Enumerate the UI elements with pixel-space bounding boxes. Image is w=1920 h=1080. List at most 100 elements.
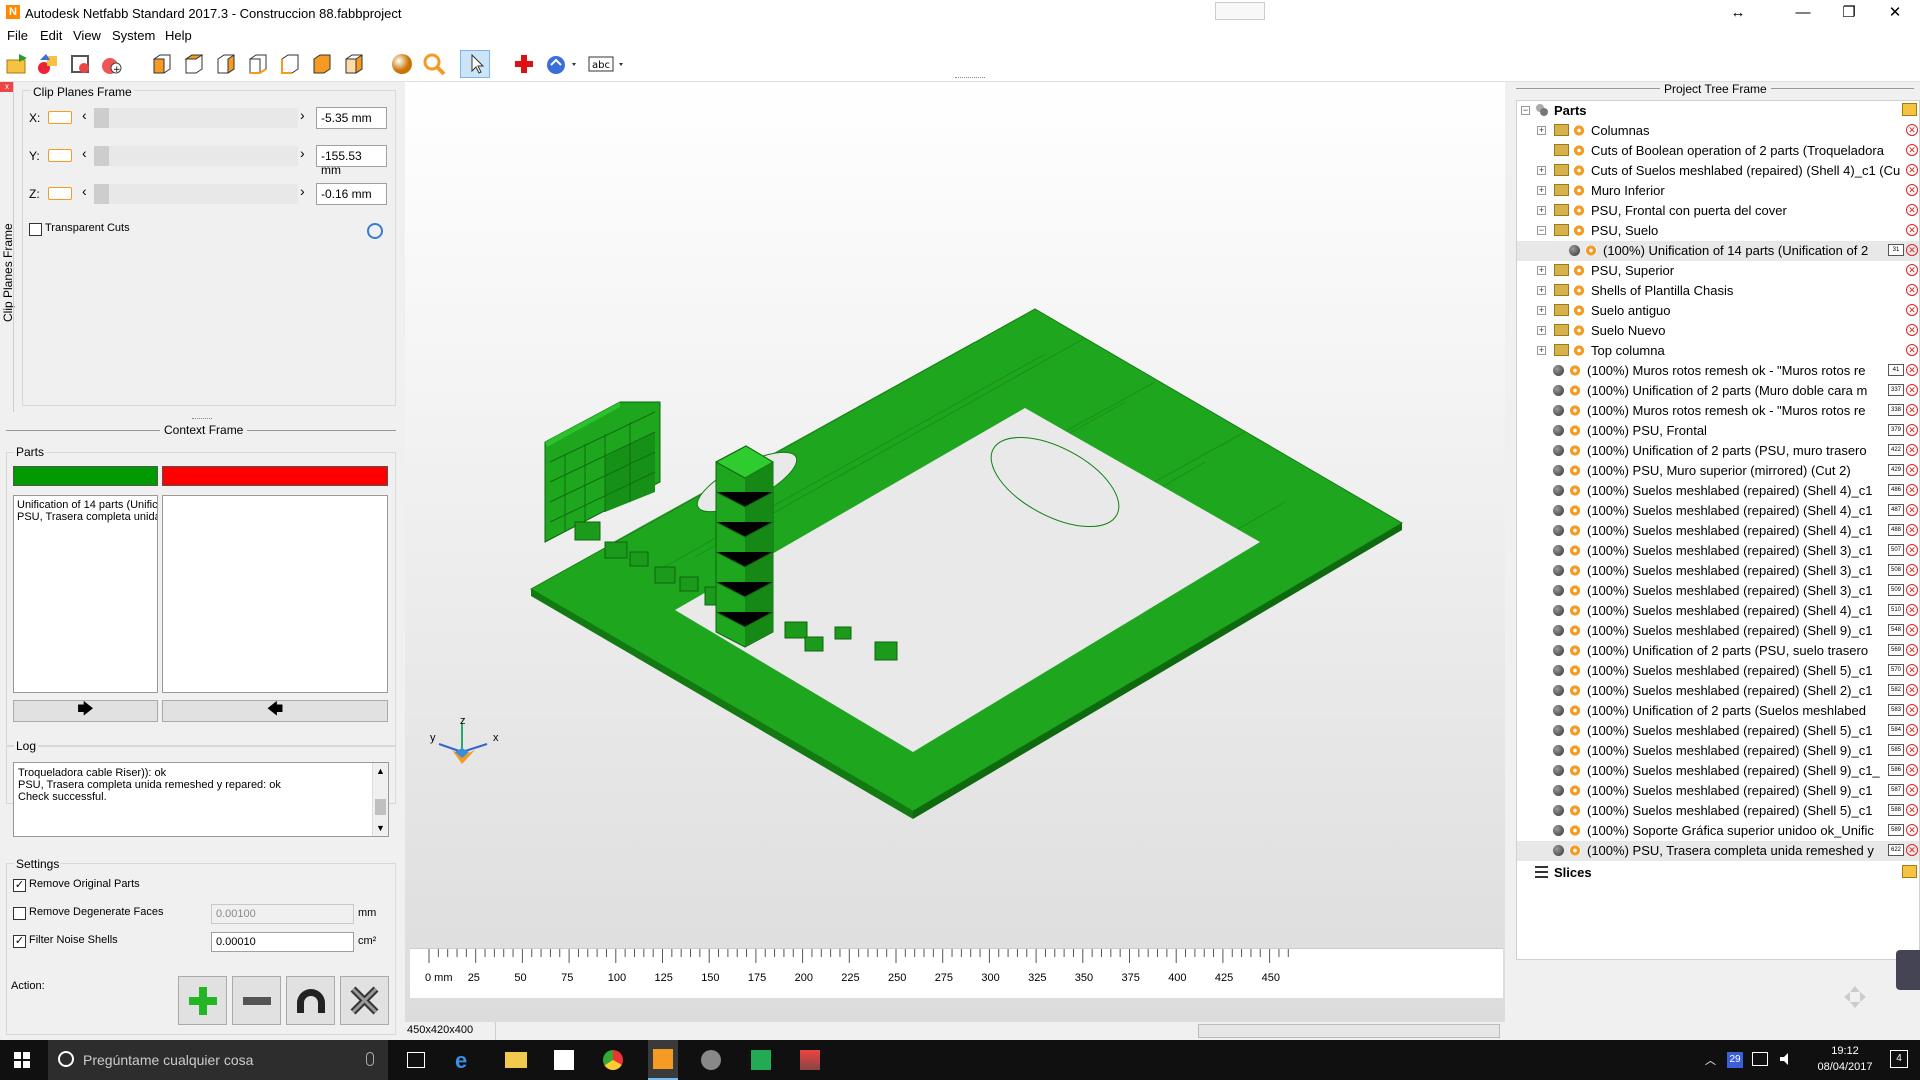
app-icon-gray[interactable]	[701, 1050, 721, 1070]
label-tool-icon[interactable]: abc	[588, 52, 628, 76]
move-right-button[interactable]: 🡆	[13, 700, 158, 722]
remove-icon[interactable]: ✕	[1906, 284, 1918, 296]
remove-icon[interactable]: ✕	[1906, 424, 1918, 436]
tree-part-row[interactable]: (100%) Suelos meshlabed (repaired) (Shel…	[1517, 801, 1919, 821]
tree-part-row[interactable]: (100%) Unification of 2 parts (PSU, suel…	[1517, 641, 1919, 661]
tree-group-row[interactable]: + PSU, Frontal con puerta del cover ✕	[1517, 201, 1919, 221]
tree-part-row[interactable]: (100%) Suelos meshlabed (repaired) (Shel…	[1517, 781, 1919, 801]
store-icon[interactable]	[554, 1050, 574, 1070]
remove-icon[interactable]: ✕	[1906, 324, 1918, 336]
view-iso-icon[interactable]	[342, 52, 366, 76]
visibility-eye-icon[interactable]	[1573, 185, 1585, 196]
cancel-button[interactable]	[340, 976, 389, 1025]
scroll-up-icon[interactable]: ▲	[376, 766, 385, 776]
expand-icon[interactable]: +	[1537, 306, 1546, 315]
netfabb-task[interactable]	[648, 1040, 678, 1080]
remove-icon[interactable]: ✕	[1906, 304, 1918, 316]
visibility-eye-icon[interactable]	[1573, 205, 1585, 216]
select-pointer-icon[interactable]	[460, 50, 490, 78]
tree-part-row[interactable]: (100%) Suelos meshlabed (repaired) (Shel…	[1517, 561, 1919, 581]
x-right-arrow-icon[interactable]: ›	[300, 107, 305, 123]
remove-icon[interactable]: ✕	[1906, 504, 1918, 516]
tree-part-row[interactable]: (100%) Suelos meshlabed (repaired) (Shel…	[1517, 761, 1919, 781]
volume-icon[interactable]	[1778, 1052, 1794, 1066]
visibility-eye-icon[interactable]	[1573, 285, 1585, 296]
remove-icon[interactable]: ✕	[1906, 724, 1918, 736]
add-part-icon[interactable]	[36, 52, 60, 76]
quick-access-widget[interactable]	[1215, 2, 1265, 20]
x-value-input[interactable]: -5.35 mm	[316, 107, 387, 129]
tree-part-row[interactable]: (100%) Suelos meshlabed (repaired) (Shel…	[1517, 681, 1919, 701]
collapse-icon[interactable]: −	[1521, 106, 1530, 115]
remove-icon[interactable]: ✕	[1906, 804, 1918, 816]
menu-edit[interactable]: Edit	[40, 28, 62, 43]
visibility-eye-icon[interactable]	[1569, 425, 1581, 436]
view-front-icon[interactable]	[150, 52, 174, 76]
menu-system[interactable]: System	[112, 28, 155, 43]
remove-icon[interactable]: ✕	[1906, 444, 1918, 456]
visibility-eye-icon[interactable]	[1573, 145, 1585, 156]
remove-icon[interactable]: ✕	[1906, 684, 1918, 696]
visibility-eye-icon[interactable]	[1569, 465, 1581, 476]
visibility-eye-icon[interactable]	[1569, 665, 1581, 676]
remove-icon[interactable]: ✕	[1906, 264, 1918, 276]
expand-icon[interactable]: +	[1537, 166, 1546, 175]
tree-part-row[interactable]: (100%) Suelos meshlabed (repaired) (Shel…	[1517, 581, 1919, 601]
tree-group-row[interactable]: + Muro Inferior ✕	[1517, 181, 1919, 201]
view-back-icon[interactable]	[182, 52, 206, 76]
tree-part-row[interactable]: (100%) PSU, Muro superior (mirrored) (Cu…	[1517, 461, 1919, 481]
remove-icon[interactable]: ✕	[1906, 124, 1918, 136]
view-left-icon[interactable]	[214, 52, 238, 76]
remove-icon[interactable]: ✕	[1906, 164, 1918, 176]
visibility-eye-icon[interactable]	[1569, 385, 1581, 396]
remove-icon[interactable]: ✕	[1906, 584, 1918, 596]
remove-icon[interactable]: ✕	[1906, 244, 1918, 256]
move-left-button[interactable]: 🡄	[162, 700, 388, 722]
tree-part-row[interactable]: (100%) Soporte Gráfica superior unidoo o…	[1517, 821, 1919, 841]
log-textarea[interactable]: Troqueladora cable Riser)): ok PSU, Tras…	[13, 762, 389, 837]
project-tree[interactable]: − Parts + Columnas ✕ Cuts of Boolean operat…	[1516, 100, 1920, 960]
remove-icon[interactable]: ✕	[1906, 344, 1918, 356]
remove-icon[interactable]: ✕	[1906, 544, 1918, 556]
remove-icon[interactable]: ✕	[1906, 704, 1918, 716]
tree-part-row[interactable]: (100%) Unification of 2 parts (Suelos me…	[1517, 701, 1919, 721]
y-slider-thumb[interactable]	[94, 146, 109, 166]
expand-icon[interactable]: +	[1537, 326, 1546, 335]
tree-part-row[interactable]: (100%) Muros rotos remesh ok - "Muros ro…	[1517, 401, 1919, 421]
visibility-eye-icon[interactable]	[1569, 565, 1581, 576]
task-view-icon[interactable]	[407, 1052, 425, 1068]
visibility-eye-icon[interactable]	[1573, 225, 1585, 236]
tree-group-row[interactable]: − PSU, Suelo ✕	[1517, 221, 1919, 241]
visibility-eye-icon[interactable]	[1573, 265, 1585, 276]
list-item[interactable]: PSU, Trasera completa unida	[14, 511, 157, 523]
remove-icon[interactable]: ✕	[1906, 484, 1918, 496]
visibility-eye-icon[interactable]	[1569, 745, 1581, 756]
remove-original-checkbox[interactable]: ✓	[13, 879, 26, 892]
transparent-cuts-checkbox[interactable]	[29, 223, 42, 236]
visibility-eye-icon[interactable]	[1569, 625, 1581, 636]
visibility-eye-icon[interactable]	[1569, 705, 1581, 716]
menu-file[interactable]: File	[7, 28, 28, 43]
remove-icon[interactable]: ✕	[1906, 624, 1918, 636]
tree-root-slices[interactable]: Slices	[1517, 863, 1919, 883]
z-left-arrow-icon[interactable]: ‹	[82, 183, 87, 199]
tree-part-row[interactable]: (100%) Suelos meshlabed (repaired) (Shel…	[1517, 481, 1919, 501]
network-icon[interactable]	[1752, 1052, 1768, 1066]
filter-noise-checkbox[interactable]: ✓	[13, 935, 26, 948]
tree-part-row[interactable]: (100%) PSU, Frontal 379 ✕	[1517, 421, 1919, 441]
tree-part-row[interactable]: (100%) Suelos meshlabed (repaired) (Shel…	[1517, 521, 1919, 541]
chrome-icon[interactable]	[603, 1050, 623, 1070]
visibility-eye-icon[interactable]	[1569, 365, 1581, 376]
3d-model-view[interactable]	[405, 82, 1505, 1022]
zoom-icon[interactable]	[422, 52, 446, 76]
right-parts-list[interactable]	[162, 495, 388, 693]
list-item[interactable]: Unification of 14 parts (Unific	[14, 496, 157, 511]
tree-group-row[interactable]: + Suelo antiguo ✕	[1517, 301, 1919, 321]
tree-root-parts[interactable]: − Parts	[1517, 101, 1919, 121]
add-red-cross-icon[interactable]	[512, 52, 536, 76]
remove-icon[interactable]: ✕	[1906, 824, 1918, 836]
tree-group-row[interactable]: + Top columna ✕	[1517, 341, 1919, 361]
slices-folder-icon[interactable]	[1902, 865, 1917, 878]
visibility-eye-icon[interactable]	[1569, 765, 1581, 776]
measure-icon[interactable]	[545, 52, 579, 76]
